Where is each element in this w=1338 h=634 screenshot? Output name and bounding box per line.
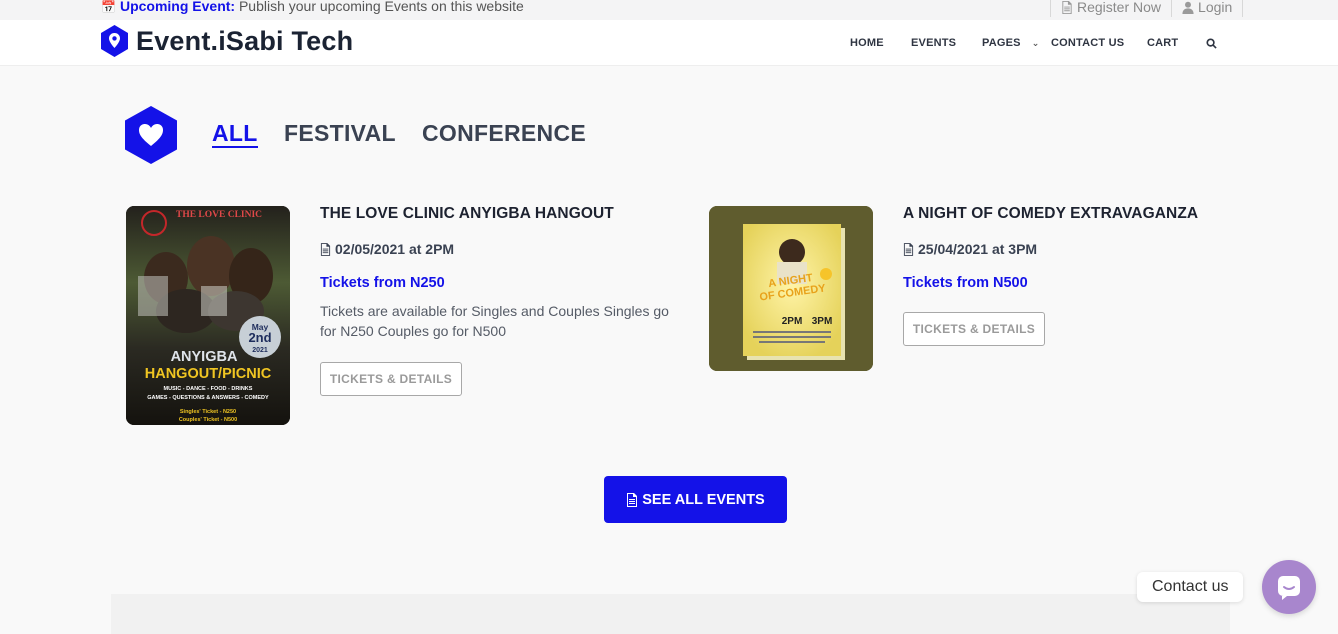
calendar-icon: 📅 [101,0,116,14]
event-title[interactable]: A NIGHT OF COMEDY EXTRAVAGANZA [903,205,1198,223]
svg-text:3PM: 3PM [812,316,833,327]
svg-text:HANGOUT/PICNIC: HANGOUT/PICNIC [145,366,272,382]
nav-events[interactable]: EVENTS [911,37,956,49]
document-icon [1062,0,1072,14]
svg-text:Couples' Ticket - N500: Couples' Ticket - N500 [179,417,237,423]
event-poster-comedy[interactable]: A NIGHT OF COMEDY 2PM 3PM [709,206,873,371]
nav-cart[interactable]: CART [1147,37,1178,49]
footer-section [111,594,1230,634]
event-date: 02/05/2021 at 2PM [320,241,454,257]
tickets-details-button[interactable]: TICKETS & DETAILS [903,312,1045,346]
user-icon [1182,1,1194,14]
love-clinic-poster-art: THE LOVE CLINIC May 2nd 2021 ANYIGBA HAN… [126,206,290,425]
nav-home[interactable]: HOME [850,37,884,49]
svg-text:2021: 2021 [252,347,268,354]
document-icon [320,242,331,256]
login-link[interactable]: Login [1171,0,1244,17]
brand-name: Event.iSabi Tech [136,25,354,56]
event-description: Tickets are available for Singles and Co… [320,303,669,339]
contact-us-label[interactable]: Contact us [1137,572,1244,602]
auth-links: Register Now Login [1050,0,1244,20]
event-date: 25/04/2021 at 3PM [903,241,1037,257]
nav-pages[interactable]: PAGES ⌄ [982,37,1039,49]
see-all-events-label: SEE ALL EVENTS [642,491,765,508]
document-icon [903,242,914,256]
see-all-events-button[interactable]: SEE ALL EVENTS [604,476,787,523]
filter-festival[interactable]: FESTIVAL [284,120,396,146]
nav-contact[interactable]: CONTACT US [1051,37,1124,49]
site-logo[interactable]: Event.iSabi Tech [101,25,353,57]
tickets-details-button[interactable]: TICKETS & DETAILS [320,362,462,396]
event-date-text: 02/05/2021 at 2PM [335,241,455,257]
chat-icon [1278,576,1300,600]
announcement-bar: 📅 Upcoming Event: Publish your upcoming E… [0,0,1338,20]
event-ticket-price: Tickets from N500 [903,275,1028,291]
event-ticket-price: Tickets from N250 [320,275,445,291]
svg-text:ANYIGBA: ANYIGBA [171,349,238,365]
filter-all[interactable]: ALL [212,120,258,148]
upcoming-event-label: Upcoming Event: [119,0,236,14]
svg-text:2PM: 2PM [782,316,803,327]
event-title[interactable]: THE LOVE CLINIC ANYIGBA HANGOUT [320,205,614,223]
map-pin-hex-icon [101,25,128,57]
nav-pages-label: PAGES [982,37,1021,49]
nav-search[interactable] [1206,37,1217,49]
filter-conference[interactable]: CONFERENCE [422,120,586,146]
svg-text:MUSIC - DANCE - FOOD - DRINKS: MUSIC - DANCE - FOOD - DRINKS [164,386,253,392]
document-icon [627,492,638,507]
chevron-down-icon: ⌄ [1031,37,1040,48]
svg-text:GAMES - QUESTIONS & ANSWERS -: GAMES - QUESTIONS & ANSWERS - COMEDY [147,395,269,401]
svg-text:Singles' Ticket - N250: Singles' Ticket - N250 [180,409,236,415]
site-header: Event.iSabi Tech HOME EVENTS PAGES ⌄ CON… [0,20,1338,66]
event-poster-love-clinic[interactable]: THE LOVE CLINIC May 2nd 2021 ANYIGBA HAN… [126,206,290,425]
upcoming-event-text: Publish your upcoming Events on this web… [238,0,524,14]
poster-header: THE LOVE CLINIC [176,210,262,220]
register-link[interactable]: Register Now [1050,0,1171,17]
svg-text:2nd: 2nd [248,330,271,345]
upcoming-event-notice: 📅 Upcoming Event: Publish your upcoming E… [101,0,524,14]
login-label: Login [1198,0,1233,15]
contact-chat-button[interactable] [1262,560,1316,614]
event-date-text: 25/04/2021 at 3PM [918,241,1038,257]
search-icon [1206,37,1217,49]
heart-badge-icon [125,106,177,164]
register-label: Register Now [1077,0,1162,15]
comedy-poster-art: A NIGHT OF COMEDY 2PM 3PM [709,206,873,371]
